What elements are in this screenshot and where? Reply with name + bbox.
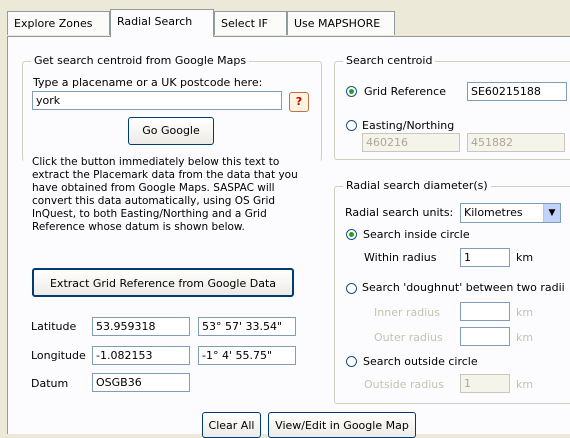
place-input[interactable]: york bbox=[32, 91, 282, 110]
inner-radius-label: Inner radius bbox=[374, 306, 440, 319]
outer-radius-input[interactable] bbox=[460, 327, 510, 346]
tab-radial-search[interactable]: Radial Search bbox=[110, 9, 214, 37]
search-inside-label[interactable]: Search inside circle bbox=[363, 228, 470, 241]
outer-radius-label: Outer radius bbox=[374, 331, 443, 344]
search-inside-radio[interactable] bbox=[346, 229, 357, 240]
within-radius-input[interactable]: 1 bbox=[460, 248, 510, 267]
view-edit-google-map-button[interactable]: View/Edit in Google Map bbox=[268, 412, 416, 438]
latitude-dms-input[interactable]: 53° 57' 33.54" bbox=[198, 317, 296, 336]
longitude-dms-input[interactable]: -1° 4' 55.75" bbox=[198, 346, 296, 365]
outside-radius-label: Outside radius bbox=[364, 378, 444, 391]
go-google-button[interactable]: Go Google bbox=[128, 117, 214, 145]
clear-all-button[interactable]: Clear All bbox=[202, 412, 261, 438]
easting-northing-label[interactable]: Easting/Northing bbox=[362, 119, 454, 132]
inner-radius-unit: km bbox=[516, 306, 534, 319]
outer-radius-unit: km bbox=[516, 331, 534, 344]
search-outside-radio[interactable] bbox=[346, 356, 357, 367]
longitude-input[interactable]: -1.082153 bbox=[92, 346, 190, 365]
search-centroid-legend: Search centroid bbox=[343, 54, 436, 67]
datum-label: Datum bbox=[31, 377, 69, 390]
search-doughnut-radio[interactable] bbox=[346, 283, 357, 294]
chevron-down-icon[interactable]: ▼ bbox=[543, 204, 560, 222]
outside-radius-unit: km bbox=[516, 378, 534, 391]
latitude-label: Latitude bbox=[31, 320, 77, 333]
inner-radius-input[interactable] bbox=[460, 302, 510, 321]
grid-reference-input[interactable]: SE60215188 bbox=[467, 82, 567, 101]
search-outside-label[interactable]: Search outside circle bbox=[363, 355, 478, 368]
latitude-input[interactable]: 53.959318 bbox=[92, 317, 190, 336]
easting-northing-radio[interactable] bbox=[346, 120, 357, 131]
radial-units-value: Kilometres bbox=[464, 206, 523, 219]
extract-grid-reference-button[interactable]: Extract Grid Reference from Google Data bbox=[32, 268, 294, 297]
place-prompt: Type a placename or a UK postcode here: bbox=[33, 76, 263, 89]
within-radius-label: Within radius bbox=[364, 251, 437, 264]
radial-search-legend: Radial search diameter(s) bbox=[343, 179, 491, 192]
tab-explore-zones[interactable]: Explore Zones bbox=[7, 11, 110, 35]
help-button[interactable]: ? bbox=[289, 92, 309, 112]
grid-reference-label[interactable]: Grid Reference bbox=[364, 85, 446, 98]
northing-input[interactable]: 451882 bbox=[467, 133, 565, 152]
tab-use-mapshore[interactable]: Use MAPSHORE bbox=[287, 11, 395, 35]
easting-input[interactable]: 460216 bbox=[362, 133, 460, 152]
search-doughnut-label[interactable]: Search 'doughnut' between two radii bbox=[362, 281, 565, 294]
extract-description: Click the button immediately below this … bbox=[32, 156, 298, 233]
longitude-label: Longitude bbox=[31, 349, 86, 362]
grid-reference-radio[interactable] bbox=[346, 86, 357, 97]
datum-input[interactable]: OSGB36 bbox=[92, 373, 190, 392]
within-radius-unit: km bbox=[516, 251, 534, 264]
tab-select-if[interactable]: Select IF bbox=[214, 11, 287, 35]
radial-units-label: Radial search units: bbox=[345, 206, 454, 219]
google-maps-legend: Get search centroid from Google Maps bbox=[31, 54, 250, 67]
outside-radius-input[interactable]: 1 bbox=[460, 374, 510, 393]
radial-units-select[interactable]: Kilometres ▼ bbox=[460, 203, 561, 223]
